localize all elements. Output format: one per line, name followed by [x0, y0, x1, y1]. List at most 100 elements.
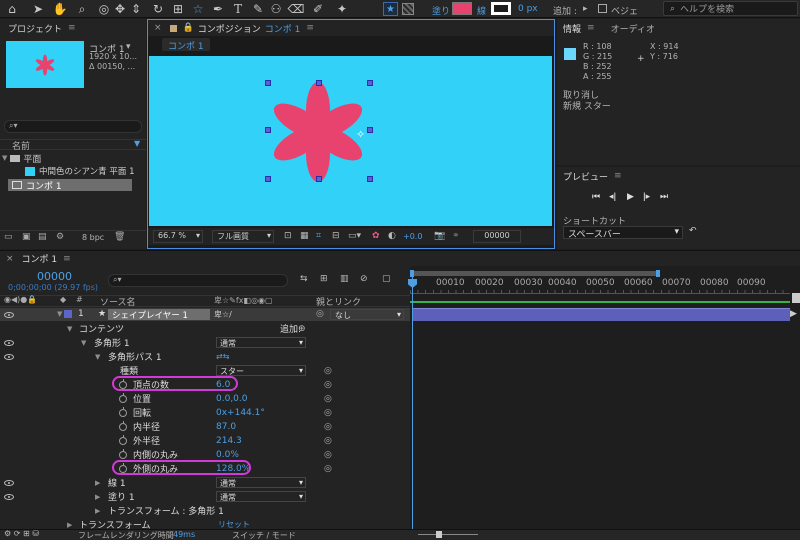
lock-icon[interactable]: 🔒: [183, 23, 194, 33]
star-tool-icon[interactable]: ☆: [190, 1, 206, 17]
layer-label-color[interactable]: [64, 310, 72, 318]
transparency-grid-icon[interactable]: ▦: [300, 231, 309, 241]
anchor-tool-icon[interactable]: ⊞: [170, 1, 186, 17]
fill-row[interactable]: ▶ 塗り 1 通常 ▾: [0, 489, 410, 504]
preview-menu-icon[interactable]: ≡: [614, 171, 622, 181]
color-channel-icon[interactable]: ✿: [372, 231, 380, 241]
parent-pickwhip-icon[interactable]: ◎: [316, 309, 324, 319]
pen-tool-icon[interactable]: ✒: [210, 1, 226, 17]
comp-tab[interactable]: コンポ 1: [162, 38, 210, 52]
comp-menu-icon[interactable]: ≡: [306, 23, 314, 33]
time-ruler[interactable]: [410, 290, 790, 294]
new-folder-icon[interactable]: ▣: [22, 232, 31, 242]
view-layout-icon[interactable]: ▭▾: [348, 231, 361, 241]
draft-3d-icon[interactable]: ⊞: [320, 274, 328, 284]
work-area-end-handle[interactable]: [656, 270, 660, 277]
frame-blend-icon[interactable]: ⊘: [360, 274, 368, 284]
polygon-expand-icon[interactable]: ▼: [81, 339, 86, 347]
expression-icon[interactable]: ◎: [324, 366, 332, 376]
sort-icon[interactable]: ▼: [134, 139, 140, 148]
current-time[interactable]: 00000: [37, 270, 72, 283]
stroke-width-value[interactable]: 0 px: [518, 4, 538, 14]
project-item-solid[interactable]: 中間色のシアン青 平面 1: [0, 165, 146, 177]
expression-icon[interactable]: ◎: [324, 380, 332, 390]
expression-icon[interactable]: ◎: [324, 408, 332, 418]
contents-expand-icon[interactable]: ▼: [67, 325, 72, 333]
stroke-eye-icon[interactable]: [4, 479, 14, 486]
expression-icon[interactable]: ◎: [324, 436, 332, 446]
add-dropdown-icon[interactable]: ▸: [583, 4, 588, 14]
project-search-input[interactable]: ⌕▾: [4, 120, 142, 133]
stopwatch-icon[interactable]: [119, 420, 127, 431]
quality-dropdown[interactable]: フル画質 ▾: [212, 230, 274, 243]
visibility-eye-icon[interactable]: [4, 312, 14, 318]
fill-expand-icon[interactable]: ▶: [95, 493, 100, 501]
zoom-slider-handle[interactable]: [792, 293, 800, 303]
tool-star-active-icon[interactable]: ★: [383, 2, 398, 16]
layer-name-box[interactable]: シェイプレイヤー 1: [108, 309, 210, 321]
dolly-tool-icon[interactable]: ⇕: [128, 1, 144, 17]
zoom-dropdown[interactable]: 66.7 % ▾: [153, 230, 203, 243]
transform-expand-icon[interactable]: ▶: [67, 521, 72, 529]
home-icon[interactable]: ⌂: [4, 1, 20, 17]
bbox-handle-mr[interactable]: [367, 127, 373, 133]
interpret-footage-icon[interactable]: ▭: [4, 232, 13, 242]
prop-row-position[interactable]: 位置 0.0,0.0 ◎: [0, 391, 410, 406]
prop-row-inner-radius[interactable]: 内半径 87.0 ◎: [0, 419, 410, 434]
timeline-search[interactable]: ⌕▾: [108, 274, 288, 287]
thumb-dropdown-icon[interactable]: ▾: [126, 42, 131, 52]
stroke-blend-dropdown[interactable]: 通常 ▾: [216, 477, 306, 488]
trash-icon[interactable]: 🗑: [114, 232, 125, 242]
path-row[interactable]: ▼ 多角形パス 1 ⇄⇆: [0, 349, 410, 364]
roto-tool-icon[interactable]: ✐: [310, 1, 326, 17]
bezier-checkbox[interactable]: [598, 4, 607, 13]
prop-value-outer-radius[interactable]: 214.3: [216, 436, 242, 446]
polygon-row[interactable]: ▼ 多角形 1 通常 ▾: [0, 335, 410, 350]
hand-tool-icon[interactable]: ✋: [52, 1, 68, 17]
fill-eye-icon[interactable]: [4, 493, 14, 500]
path-direction-icon[interactable]: ⇄⇆: [216, 352, 229, 361]
type-dropdown[interactable]: スター ▾: [216, 365, 306, 376]
expression-icon[interactable]: ◎: [324, 394, 332, 404]
brush-tool-icon[interactable]: ✎: [250, 1, 266, 17]
timeline-menu-icon[interactable]: ≡: [63, 254, 71, 264]
timeline-tab[interactable]: × コンポ 1 ≡: [0, 251, 100, 266]
add-circle-icon[interactable]: ⊕: [298, 324, 306, 334]
comp-timecode[interactable]: 00000: [473, 230, 521, 243]
puppet-tool-icon[interactable]: ✦: [334, 1, 350, 17]
bbox-handle-tr[interactable]: [367, 80, 373, 86]
fill-blend-dropdown[interactable]: 通常 ▾: [216, 491, 306, 502]
mask-path-icon[interactable]: ⌗: [316, 231, 321, 241]
path-eye-icon[interactable]: [4, 353, 14, 360]
render-icons[interactable]: ⚙ ⟳ ⊞ ⛁: [4, 529, 39, 538]
shortcut-dropdown[interactable]: スペースバー ▾: [563, 226, 683, 240]
graph-editor-icon[interactable]: ▢: [382, 274, 391, 284]
play-icon[interactable]: ▶: [627, 192, 634, 202]
stopwatch-icon[interactable]: [119, 448, 127, 459]
first-frame-icon[interactable]: ⏮: [592, 192, 600, 202]
layer-end-icon[interactable]: ▶: [790, 309, 797, 319]
comp-lock-box[interactable]: [169, 24, 177, 32]
new-comp-icon[interactable]: ▤: [38, 232, 47, 242]
orbit-tool-icon[interactable]: ◎: [96, 1, 112, 17]
info-menu-icon[interactable]: ≡: [587, 23, 595, 33]
prop-value-inner-radius[interactable]: 87.0: [216, 422, 236, 432]
expression-icon[interactable]: ◎: [324, 422, 332, 432]
clone-tool-icon[interactable]: ⚇: [268, 1, 284, 17]
timeline-close-icon[interactable]: ×: [6, 254, 14, 264]
info-tab[interactable]: 情報: [563, 22, 581, 35]
exposure-value[interactable]: +0.0: [403, 232, 422, 241]
bbox-handle-bl[interactable]: [265, 176, 271, 182]
show-snapshot-icon[interactable]: ⚭: [452, 231, 460, 241]
switch-mode-toggle[interactable]: スイッチ / モード: [232, 530, 296, 540]
close-icon[interactable]: ×: [154, 23, 162, 33]
comp-flowchart-icon[interactable]: ⇆: [300, 274, 308, 284]
stopwatch-icon[interactable]: [119, 434, 127, 445]
last-frame-icon[interactable]: ⏭: [660, 192, 668, 202]
reset-shortcut-icon[interactable]: ↶: [689, 226, 697, 236]
snapshot-icon[interactable]: 📷: [434, 231, 445, 241]
parent-dropdown[interactable]: なし ▾: [330, 309, 404, 320]
project-item-comp[interactable]: コンポ 1: [8, 179, 132, 192]
work-area-bar[interactable]: [412, 271, 660, 276]
stopwatch-icon[interactable]: [119, 392, 127, 403]
